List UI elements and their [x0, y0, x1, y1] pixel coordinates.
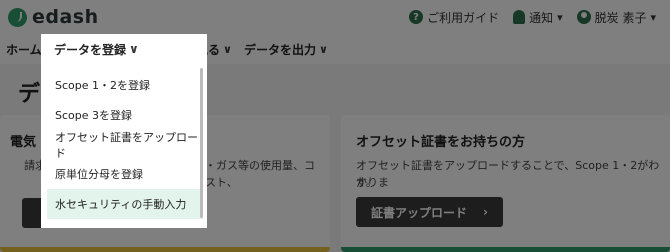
register-dropdown-menu: Scope 1・2を登録 Scope 3を登録 オフセット証書をアップロード 原…: [41, 64, 207, 228]
chevron-down-icon: ∨: [129, 42, 139, 56]
menu-item-offset-upload[interactable]: オフセット証書をアップロード: [47, 130, 203, 160]
dropdown-scrollbar[interactable]: [200, 68, 203, 218]
menu-item-water-security[interactable]: 水セキュリティの手動入力: [47, 189, 203, 219]
menu-item-scope3[interactable]: Scope 3を登録: [47, 100, 203, 130]
menu-item-scope12[interactable]: Scope 1・2を登録: [47, 70, 203, 100]
menu-item-intensity[interactable]: 原単位分母を登録: [47, 159, 203, 189]
nav-register[interactable]: データを登録 ∨: [41, 34, 207, 64]
nav-register-label: データを登録: [54, 42, 127, 57]
